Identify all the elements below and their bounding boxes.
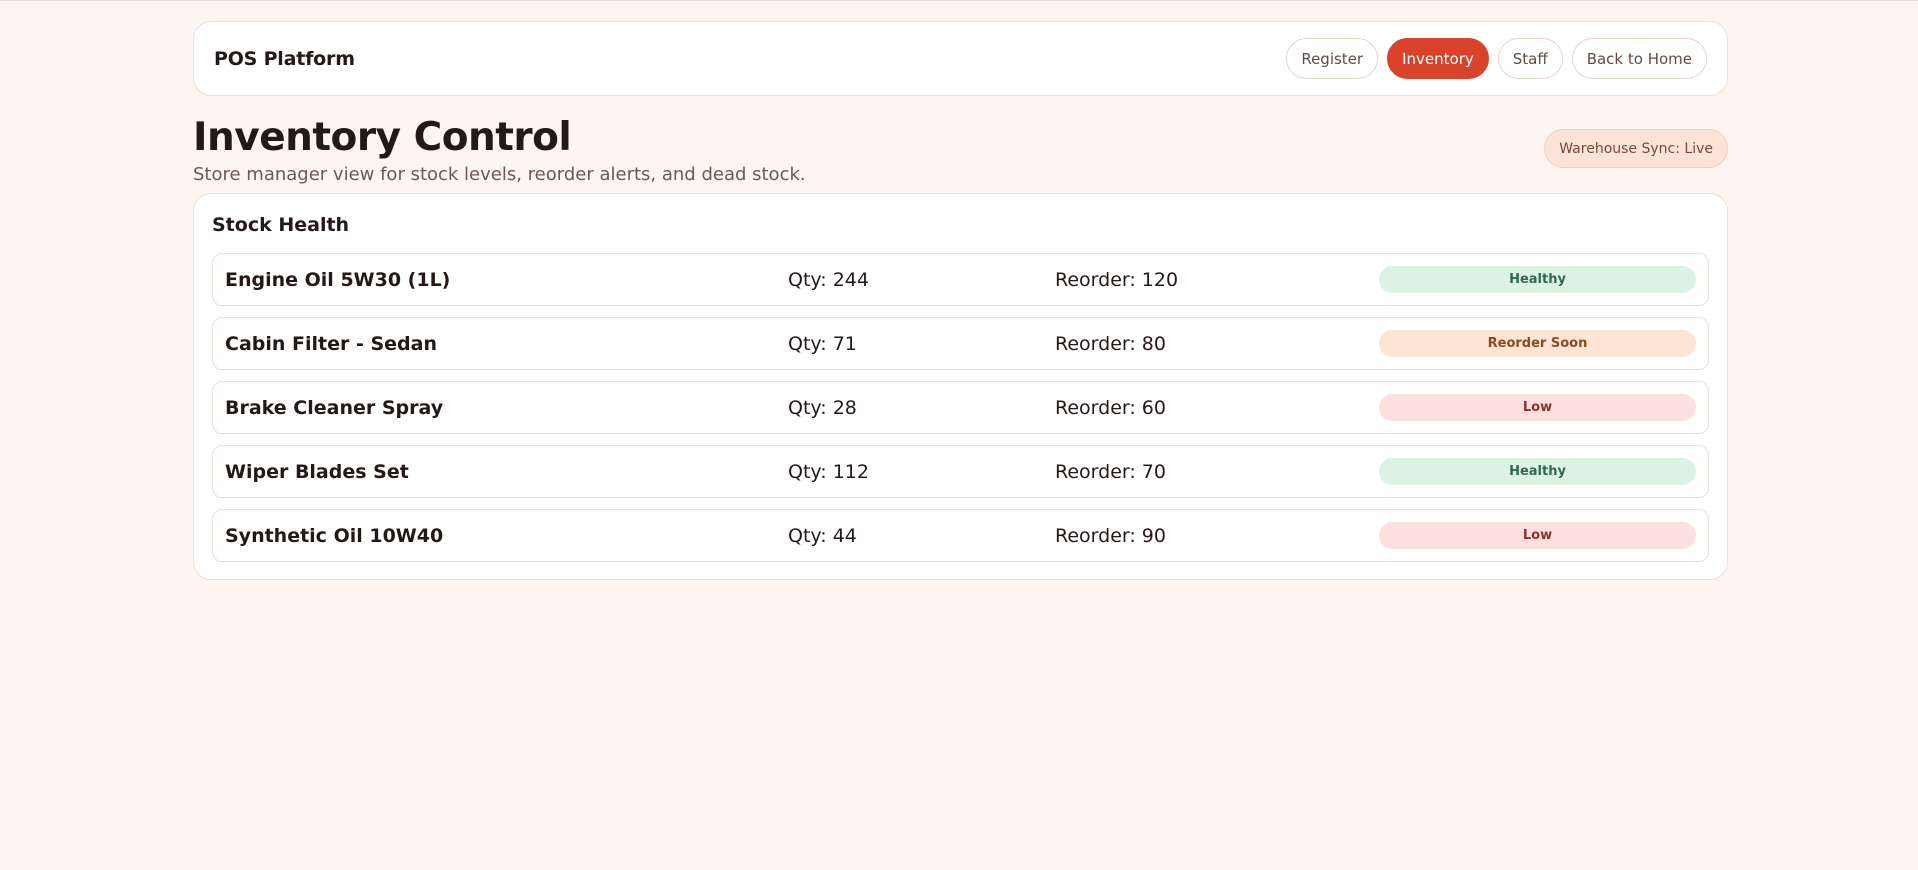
item-name: Engine Oil 5W30 (1L) (225, 268, 451, 291)
top-divider (0, 0, 1918, 1)
stock-row: Wiper Blades Set Qty: 112 Reorder: 70 He… (212, 445, 1709, 498)
nav-staff-button[interactable]: Staff (1497, 38, 1563, 79)
page-title: Inventory Control (193, 115, 572, 160)
item-name: Cabin Filter - Sedan (225, 332, 437, 355)
item-name: Brake Cleaner Spray (225, 396, 444, 419)
nav-register-button[interactable]: Register (1286, 38, 1379, 79)
item-qty: Qty: 28 (788, 396, 857, 419)
nav-links: Register Inventory Staff Back to Home (1286, 38, 1707, 79)
item-name: Synthetic Oil 10W40 (225, 524, 444, 547)
stock-row: Synthetic Oil 10W40 Qty: 44 Reorder: 90 … (212, 509, 1709, 562)
item-qty: Qty: 44 (788, 524, 857, 547)
brand-title: POS Platform (214, 47, 355, 70)
status-badge: Low (1379, 394, 1696, 421)
item-qty: Qty: 244 (788, 268, 869, 291)
item-name: Wiper Blades Set (225, 460, 409, 483)
warehouse-sync-badge: Warehouse Sync: Live (1544, 129, 1728, 168)
stock-list: Engine Oil 5W30 (1L) Qty: 244 Reorder: 1… (212, 253, 1709, 562)
stock-row: Engine Oil 5W30 (1L) Qty: 244 Reorder: 1… (212, 253, 1709, 306)
status-badge: Healthy (1379, 458, 1696, 485)
item-reorder: Reorder: 120 (1055, 268, 1179, 291)
page-container: POS Platform Register Inventory Staff Ba… (193, 21, 1728, 580)
stock-row: Cabin Filter - Sedan Qty: 71 Reorder: 80… (212, 317, 1709, 370)
status-badge: Healthy (1379, 266, 1696, 293)
item-reorder: Reorder: 70 (1055, 460, 1166, 483)
item-qty: Qty: 112 (788, 460, 869, 483)
item-qty: Qty: 71 (788, 332, 857, 355)
panel-title: Stock Health (212, 214, 350, 236)
stock-row: Brake Cleaner Spray Qty: 28 Reorder: 60 … (212, 381, 1709, 434)
item-reorder: Reorder: 60 (1055, 396, 1166, 419)
top-navbar: POS Platform Register Inventory Staff Ba… (193, 21, 1728, 96)
item-reorder: Reorder: 80 (1055, 332, 1166, 355)
status-badge: Low (1379, 522, 1696, 549)
nav-back-home-button[interactable]: Back to Home (1571, 38, 1707, 79)
page-subtitle: Store manager view for stock levels, reo… (193, 164, 806, 185)
nav-inventory-button[interactable]: Inventory (1387, 38, 1489, 79)
stock-health-panel: Stock Health Engine Oil 5W30 (1L) Qty: 2… (193, 193, 1728, 580)
item-reorder: Reorder: 90 (1055, 524, 1166, 547)
status-badge: Reorder Soon (1379, 330, 1696, 357)
